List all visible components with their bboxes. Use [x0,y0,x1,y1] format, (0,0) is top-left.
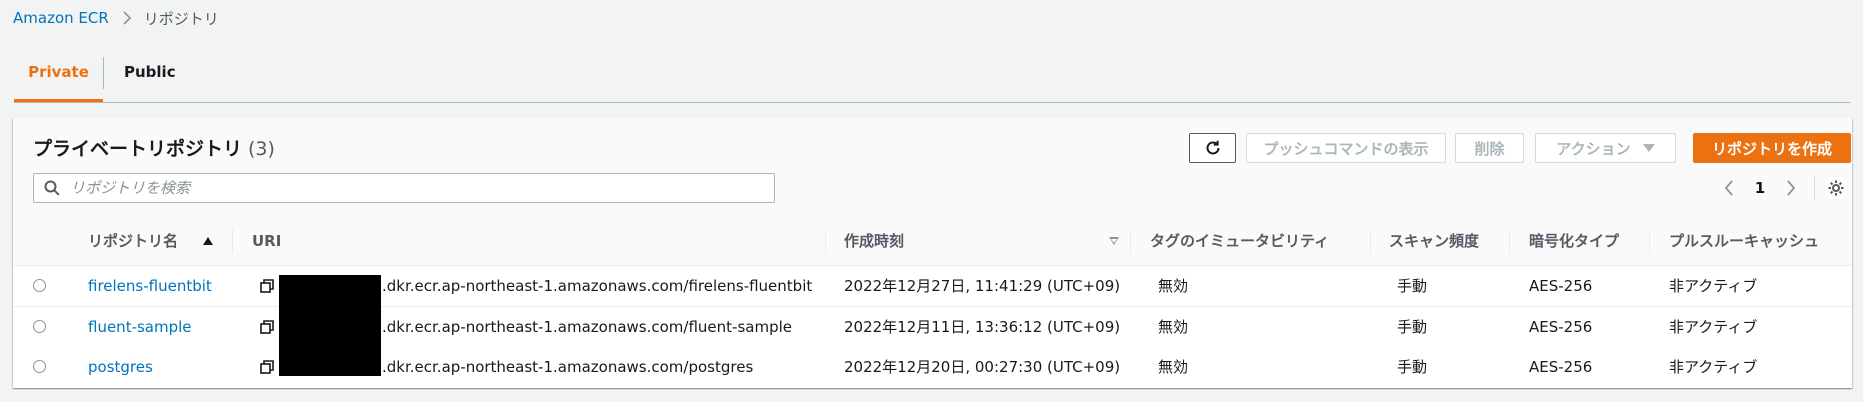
view-push-commands-button[interactable]: プッシュコマンドの表示 [1246,133,1446,163]
copy-icon[interactable] [260,320,274,334]
row-select-radio[interactable] [33,360,46,373]
copy-icon[interactable] [260,360,274,374]
tab-public[interactable]: Public [124,57,176,102]
scan-frequency: 手動 [1397,318,1428,336]
created-at: 2022年12月11日, 13:36:12 (UTC+09) [844,318,1121,336]
actions-dropdown[interactable]: アクション [1535,133,1676,163]
sort-ascending-icon[interactable] [203,237,213,245]
gear-icon[interactable] [1825,177,1847,199]
copy-icon[interactable] [260,279,274,293]
row-select-radio[interactable] [33,320,46,333]
tag-immutability: 無効 [1158,277,1189,295]
search-box [33,173,775,203]
column-divider [825,229,826,253]
create-repository-button[interactable]: リポジトリを作成 [1693,133,1851,163]
pager-divider [1814,176,1815,200]
pull-through-cache: 非アクティブ [1669,318,1758,336]
tab-divider [103,57,104,89]
column-created-at[interactable]: 作成時刻 [844,217,904,265]
repository-name-link[interactable]: firelens-fluentbit [88,266,212,306]
chevron-right-icon [123,11,132,25]
encryption-type: AES-256 [1529,358,1593,376]
column-scan-frequency: スキャン頻度 [1389,232,1480,250]
panel-header: プライベートリポジトリ (3) プッシュコマンドの表示 削除 アクション リポジト… [13,118,1852,218]
repository-uri: .dkr.ecr.ap-northeast-1.amazonaws.com/fl… [382,318,792,336]
tab-private[interactable]: Private [14,57,103,102]
column-divider [1509,229,1510,253]
search-input[interactable] [68,178,752,198]
pagination: 1 [1718,173,1847,203]
column-repository-name[interactable]: リポジトリ名 [88,217,178,265]
repository-name-link[interactable]: fluent-sample [88,307,192,347]
tag-immutability: 無効 [1158,358,1189,376]
row-select-radio[interactable] [33,279,46,292]
column-tag-immutability: タグのイミュータビリティ [1150,232,1330,250]
breadcrumb-amazon-ecr[interactable]: Amazon ECR [13,9,109,27]
panel-title-text: プライベートリポジトリ [33,138,243,160]
column-divider [1649,229,1650,253]
column-divider [1370,229,1371,253]
delete-button[interactable]: 削除 [1455,133,1524,163]
repository-uri: .dkr.ecr.ap-northeast-1.amazonaws.com/po… [382,358,754,376]
encryption-type: AES-256 [1529,318,1593,336]
search-icon [44,180,60,196]
repository-count: (3) [248,138,275,160]
created-at: 2022年12月20日, 00:27:30 (UTC+09) [844,358,1121,376]
column-pull-through-cache: プルスルーキャッシュ [1669,232,1820,250]
scan-frequency: 手動 [1397,277,1428,295]
repository-name-link[interactable]: postgres [88,347,153,387]
table-header: リポジトリ名 URI 作成時刻 タグのイミュータビリティ スキャン頻度 暗号化タ… [13,217,1852,266]
created-at: 2022年12月27日, 11:41:29 (UTC+09) [844,277,1121,295]
column-divider [232,229,233,253]
next-page-button[interactable] [1780,177,1802,199]
redacted-account-id [279,275,381,376]
pull-through-cache: 非アクティブ [1669,277,1758,295]
encryption-type: AES-256 [1529,277,1593,295]
pull-through-cache: 非アクティブ [1669,358,1758,376]
panel-title: プライベートリポジトリ (3) [33,134,275,161]
current-page[interactable]: 1 [1740,179,1780,197]
previous-page-button[interactable] [1718,177,1740,199]
repository-tabs: Private Public [14,57,1850,103]
refresh-icon [1204,139,1222,157]
repository-uri: .dkr.ecr.ap-northeast-1.amazonaws.com/fi… [382,277,813,295]
column-divider [1130,229,1131,253]
caret-down-icon [1642,144,1655,152]
column-encryption-type: 暗号化タイプ [1529,232,1620,250]
column-uri: URI [252,232,282,250]
refresh-button[interactable] [1189,133,1236,163]
scan-frequency: 手動 [1397,358,1428,376]
breadcrumb-current: リポジトリ [143,9,219,28]
sort-descending-icon[interactable] [1109,237,1119,245]
breadcrumb: Amazon ECR リポジトリ [13,6,219,30]
actions-label: アクション [1556,139,1631,158]
tag-immutability: 無効 [1158,318,1189,336]
